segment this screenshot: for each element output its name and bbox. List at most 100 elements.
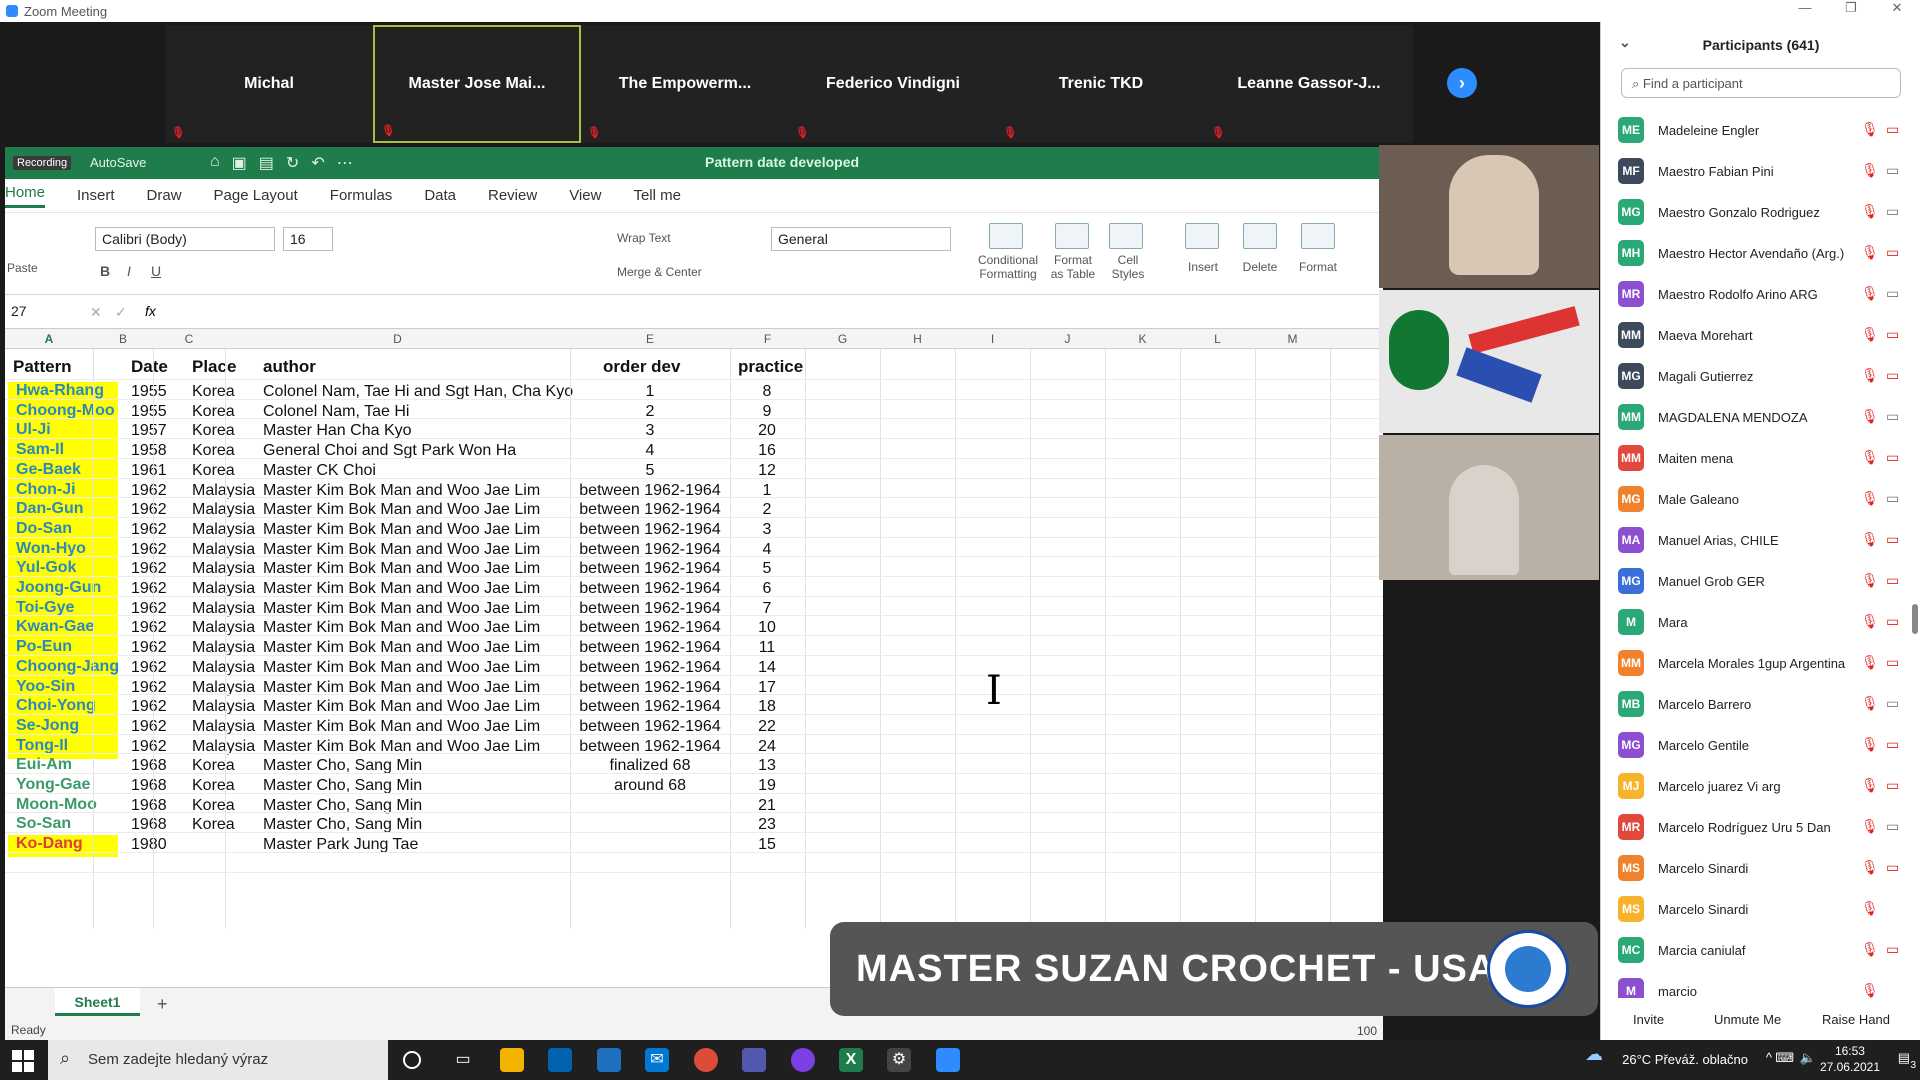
participant-item[interactable]: MH Maestro Hector Avendaño (Arg.) 🎙 ▭ xyxy=(1601,231,1920,272)
clock[interactable]: 16:53 27.06.2021 xyxy=(1820,1043,1880,1075)
video-off-icon[interactable]: ▭ xyxy=(1886,736,1899,753)
header-cell[interactable]: Pattern xyxy=(13,357,72,377)
participant-item[interactable]: MS Marcelo Sinardi 🎙 xyxy=(1601,887,1920,928)
bold-button[interactable]: B xyxy=(100,263,110,279)
tab-page-layout[interactable]: Page Layout xyxy=(214,187,298,204)
add-sheet-button[interactable]: + xyxy=(157,994,168,1015)
participant-item[interactable]: MS Marcelo Sinardi 🎙 ▭ xyxy=(1601,846,1920,887)
participant-item[interactable]: MB Marcelo Barrero 🎙 ▭ xyxy=(1601,682,1920,723)
pen-app-icon[interactable] xyxy=(597,1048,621,1072)
tab-draw[interactable]: Draw xyxy=(147,187,182,204)
column-header[interactable]: A xyxy=(5,332,93,346)
header-cell[interactable]: practice xyxy=(738,357,803,377)
participant-item[interactable]: MG Maestro Gonzalo Rodriguez 🎙 ▭ xyxy=(1601,190,1920,231)
header-cell[interactable]: Date xyxy=(131,357,168,377)
mic-muted-icon[interactable]: 🎙 xyxy=(1861,449,1879,466)
settings-gear-icon[interactable]: ⚙ xyxy=(887,1048,911,1072)
participants-list[interactable]: ME Madeleine Engler 🎙 ▭ MF Maestro Fabian Pin… xyxy=(1601,108,1920,998)
participant-item[interactable]: MM Marcela Morales 1gup Argentina 🎙 ▭ xyxy=(1601,641,1920,682)
delete-cells-icon[interactable] xyxy=(1243,223,1277,249)
video-tile[interactable]: Michal 🎙 xyxy=(165,25,373,143)
mic-muted-icon[interactable]: 🎙 xyxy=(1861,941,1879,958)
video-off-icon[interactable]: ▭ xyxy=(1886,367,1899,384)
video-tile[interactable]: Trenic TKD 🎙 xyxy=(997,25,1205,143)
weather-icon[interactable]: ☁ xyxy=(1585,1044,1603,1065)
tab-data[interactable]: Data xyxy=(424,187,456,204)
chrome-icon[interactable] xyxy=(694,1048,718,1072)
mic-muted-icon[interactable]: 🎙 xyxy=(1861,818,1879,835)
restore-button[interactable]: ❐ xyxy=(1828,0,1874,16)
video-icon[interactable]: ▭ xyxy=(1886,695,1899,712)
participant-video[interactable] xyxy=(1379,435,1599,580)
file-explorer-icon[interactable] xyxy=(500,1048,524,1072)
task-view-icon[interactable]: ▭ xyxy=(451,1048,475,1072)
mic-muted-icon[interactable]: 🎙 xyxy=(1861,203,1879,220)
sheet-tab-sheet1[interactable]: Sheet1 xyxy=(55,988,140,1016)
column-header[interactable]: I xyxy=(955,332,1030,346)
name-box[interactable]: 27 xyxy=(5,300,77,324)
participant-item[interactable]: MJ Marcelo juarez Vi arg 🎙 ▭ xyxy=(1601,764,1920,805)
invite-button[interactable]: Invite xyxy=(1633,1012,1664,1027)
home-icon[interactable]: ⌂ xyxy=(210,153,220,173)
participant-item[interactable]: MG Marcelo Gentile 🎙 ▭ xyxy=(1601,723,1920,764)
video-icon[interactable]: ▭ xyxy=(1886,408,1899,425)
video-tile-active[interactable]: Master Jose Mai... 🎙 xyxy=(373,25,581,143)
participant-item[interactable]: MM Maiten mena 🎙 ▭ xyxy=(1601,436,1920,477)
tab-review[interactable]: Review xyxy=(488,187,537,204)
chevron-up-icon[interactable]: ^ xyxy=(1766,1050,1772,1065)
merge-center-button[interactable]: Merge & Center xyxy=(617,265,702,279)
number-format-select[interactable]: General xyxy=(771,227,951,251)
mic-muted-icon[interactable]: 🎙 xyxy=(1861,736,1879,753)
paste-button[interactable]: Paste xyxy=(7,261,38,275)
sheet-grid[interactable]: Pattern Date Place author order dev prac… xyxy=(5,349,1383,929)
font-name-select[interactable]: Calibri (Body) xyxy=(95,227,275,251)
participant-item[interactable]: MM Maeva Morehart 🎙 ▭ xyxy=(1601,313,1920,354)
mail-icon[interactable]: ✉ xyxy=(645,1048,669,1072)
tab-home[interactable]: Home xyxy=(5,184,46,208)
wrap-text-button[interactable]: Wrap Text xyxy=(617,231,671,245)
teams-icon[interactable] xyxy=(742,1048,766,1072)
video-icon[interactable]: ▭ xyxy=(1886,490,1899,507)
mic-muted-icon[interactable]: 🎙 xyxy=(1861,695,1879,712)
participant-item[interactable]: MG Male Galeano 🎙 ▭ xyxy=(1601,477,1920,518)
undo-icon[interactable]: ↶ xyxy=(311,153,324,173)
conditional-formatting-icon[interactable] xyxy=(989,223,1023,249)
header-cell[interactable]: Place xyxy=(192,357,236,377)
video-off-icon[interactable]: ▭ xyxy=(1886,654,1899,671)
mic-muted-icon[interactable]: 🎙 xyxy=(1861,777,1879,794)
column-header[interactable]: C xyxy=(153,332,225,346)
participant-search-input[interactable]: ⌕ Find a participant xyxy=(1621,68,1901,98)
participant-item[interactable]: MG Manuel Grob GER 🎙 ▭ xyxy=(1601,559,1920,600)
video-off-icon[interactable]: ▭ xyxy=(1886,326,1899,343)
italic-button[interactable]: I xyxy=(127,263,131,279)
mic-muted-icon[interactable]: 🎙 xyxy=(1861,326,1879,343)
video-tile[interactable]: Leanne Gassor-J... 🎙 xyxy=(1205,25,1413,143)
mic-muted-icon[interactable]: 🎙 xyxy=(1861,121,1879,138)
format-cells-icon[interactable] xyxy=(1301,223,1335,249)
network-icon[interactable]: ⌨ xyxy=(1775,1050,1794,1066)
column-header[interactable]: D xyxy=(225,332,570,346)
mic-muted-icon[interactable]: 🎙 xyxy=(1861,982,1879,998)
format-as-table-icon[interactable] xyxy=(1055,223,1089,249)
tab-formulas[interactable]: Formulas xyxy=(330,187,393,204)
video-off-icon[interactable]: ▭ xyxy=(1886,449,1899,466)
mic-muted-icon[interactable]: 🎙 xyxy=(1861,613,1879,630)
unmute-me-button[interactable]: Unmute Me xyxy=(1714,1012,1781,1027)
video-icon[interactable]: ▭ xyxy=(1886,203,1899,220)
participant-item[interactable]: ME Madeleine Engler 🎙 ▭ xyxy=(1601,108,1920,149)
notifications-icon[interactable]: ▤ xyxy=(1898,1050,1910,1066)
column-header[interactable]: B xyxy=(93,332,153,346)
participant-item[interactable]: MR Maestro Rodolfo Arino ARG 🎙 ▭ xyxy=(1601,272,1920,313)
mic-muted-icon[interactable]: 🎙 xyxy=(1861,285,1879,302)
video-icon[interactable]: ▭ xyxy=(1886,162,1899,179)
column-header[interactable]: F xyxy=(730,332,805,346)
zoom-icon[interactable] xyxy=(936,1048,960,1072)
taskbar-search-input[interactable]: ⌕ Sem zadejte hledaný výraz xyxy=(48,1040,388,1080)
refresh-icon[interactable]: ↻ xyxy=(286,153,299,173)
mic-muted-icon[interactable]: 🎙 xyxy=(1861,408,1879,425)
insert-cells-icon[interactable] xyxy=(1185,223,1219,249)
windows-start-icon[interactable] xyxy=(12,1050,34,1072)
pattern-cell[interactable]: Ko-Dang xyxy=(8,835,118,858)
video-tile[interactable]: Federico Vindigni 🎙 xyxy=(789,25,997,143)
column-header[interactable]: E xyxy=(570,332,730,346)
